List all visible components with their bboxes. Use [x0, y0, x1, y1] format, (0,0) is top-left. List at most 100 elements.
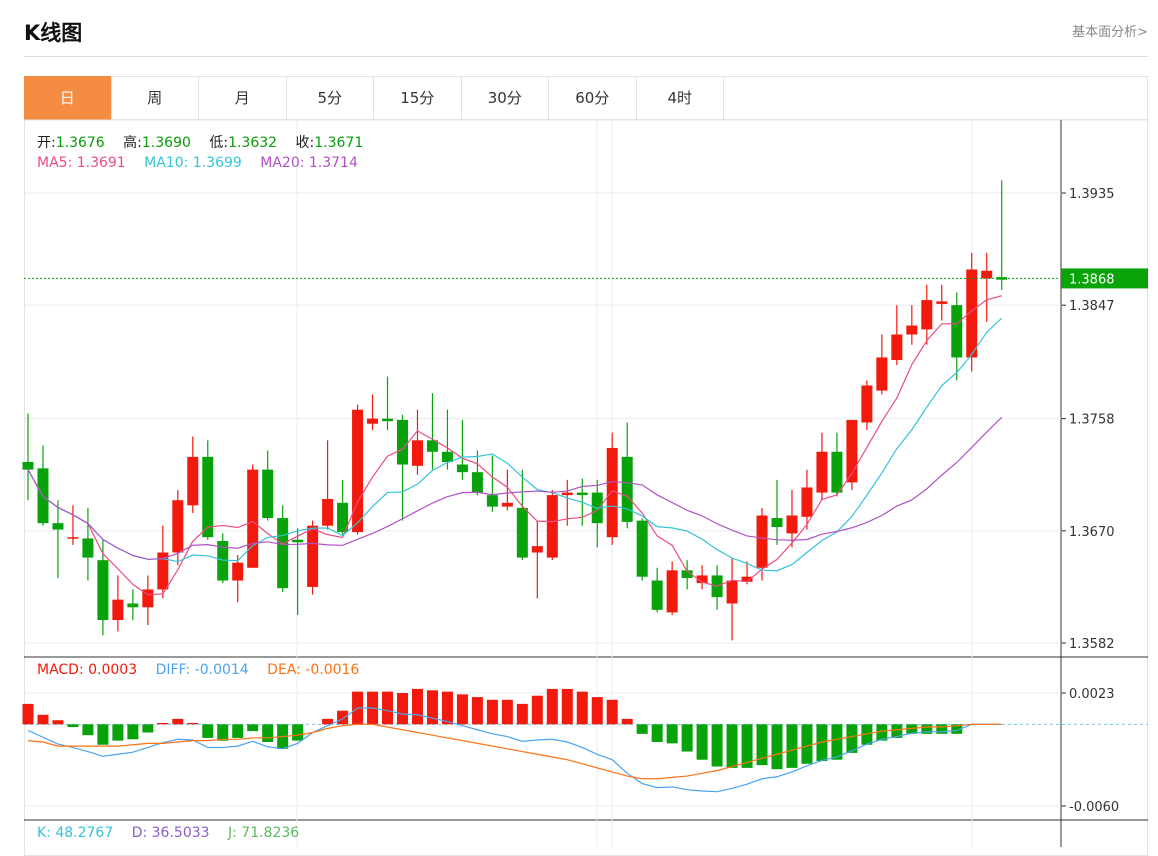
k-value: K: 48.2767	[37, 825, 114, 841]
candle-up	[876, 357, 888, 391]
candle-down	[516, 507, 528, 558]
macd-bar	[531, 695, 543, 725]
macd-bar	[516, 703, 528, 725]
candle-up	[187, 456, 199, 506]
candle-down	[127, 603, 139, 608]
macd-bar	[22, 703, 34, 725]
candle-up	[172, 500, 184, 553]
candle-up	[322, 498, 334, 526]
macd-bar	[576, 691, 588, 725]
candle-down	[441, 451, 453, 462]
macd-bar	[37, 714, 49, 725]
candle-up	[112, 599, 124, 621]
price-tick-label: 1.3847	[1069, 299, 1115, 314]
dea-value: DEA: -0.0016	[267, 662, 360, 678]
diff-value: DIFF: -0.0014	[155, 662, 249, 678]
macd-bar	[681, 724, 693, 752]
high-value: 1.3690	[141, 135, 191, 151]
macd-bar	[831, 724, 843, 760]
candle-down	[951, 305, 963, 358]
candle-up	[921, 300, 933, 330]
candle-up	[307, 525, 319, 587]
j-value: J: 71.8236	[228, 825, 300, 841]
macd-bar	[292, 724, 304, 741]
macd-bar	[247, 724, 259, 732]
low-value: 1.3632	[228, 135, 278, 151]
candle-up	[906, 325, 918, 335]
macd-bar	[142, 724, 154, 733]
d-value: D: 36.5033	[131, 825, 210, 841]
macd-bar	[411, 688, 423, 725]
candle-up	[367, 418, 379, 424]
kdj-legend: K: 48.2767 D: 36.5033 J: 71.8236	[37, 825, 313, 841]
macd-bar	[666, 724, 678, 744]
ohlc-legend: 开:1.3676 高:1.3690 低:1.3632 收:1.3671	[37, 132, 377, 152]
candle-down	[292, 539, 304, 543]
macd-bar	[397, 693, 408, 725]
candle-up	[801, 487, 813, 517]
macd-bar	[501, 699, 513, 725]
candle-up	[247, 469, 259, 568]
candle-up	[411, 440, 423, 466]
candle-down	[471, 472, 483, 493]
macd-bar	[67, 724, 79, 728]
macd-bar	[337, 710, 349, 725]
macd-bar	[82, 724, 94, 736]
macd-bar	[202, 724, 214, 738]
current-price-label: 1.3868	[1069, 272, 1115, 287]
price-tick-label: 1.3582	[1069, 637, 1115, 652]
macd-tick-label: 0.0023	[1069, 687, 1115, 702]
open-value: 1.3676	[55, 135, 105, 151]
open-label: 开:	[37, 135, 56, 151]
candle-up	[726, 580, 738, 604]
candle-down	[636, 520, 648, 577]
candle-down	[397, 419, 408, 465]
candle-down	[22, 461, 34, 470]
price-tick-label: 1.3670	[1069, 525, 1115, 540]
macd-bar	[786, 724, 798, 768]
candle-up	[936, 301, 948, 304]
close-label: 收:	[295, 135, 315, 151]
candle-up	[561, 492, 573, 496]
macd-bar	[262, 724, 274, 743]
candle-up	[666, 570, 678, 613]
macd-bar	[217, 724, 229, 741]
macd-bar	[382, 691, 394, 725]
ma-legend: MA5: 1.3691 MA10: 1.3699 MA20: 1.3714	[37, 155, 372, 171]
candle-up	[232, 562, 244, 581]
candle-down	[262, 469, 274, 519]
candle-down	[771, 518, 783, 527]
macd-bar	[157, 722, 169, 725]
candle-up	[891, 334, 903, 360]
macd-bar	[127, 724, 139, 740]
price-tick-label: 1.3758	[1069, 413, 1115, 428]
candle-up	[546, 495, 558, 558]
macd-bar	[471, 697, 483, 725]
macd-bar	[441, 691, 453, 725]
candle-down	[486, 495, 498, 507]
macd-bar	[456, 694, 468, 725]
ma5-value: MA5: 1.3691	[37, 155, 126, 171]
candle-down	[97, 560, 109, 621]
candle-up	[816, 451, 828, 493]
macd-bar	[801, 724, 813, 764]
candle-up	[861, 385, 873, 423]
macd-bar	[561, 688, 573, 725]
close-value: 1.3671	[314, 135, 364, 151]
candle-up	[531, 546, 543, 553]
kline-chart[interactable]: 1.3935 1.3847 1.3758 1.3670 1.3582 0.0023 -0.0…	[0, 0, 1158, 847]
macd-bar	[187, 722, 199, 725]
macd-tick-label: -0.0060	[1069, 800, 1119, 815]
macd-bar	[546, 688, 558, 725]
candle-up	[756, 515, 768, 568]
candle-down	[202, 456, 214, 538]
candle-down	[621, 456, 633, 522]
macd-legend: MACD: 0.0003 DIFF: -0.0014 DEA: -0.0016	[37, 662, 373, 678]
macd-bar	[636, 724, 648, 734]
macd-bar	[606, 699, 618, 725]
candle-down	[382, 418, 394, 422]
macd-bar	[97, 724, 109, 745]
macd-bar	[172, 718, 184, 725]
ma10-value: MA10: 1.3699	[144, 155, 242, 171]
macd-bar	[936, 724, 948, 734]
